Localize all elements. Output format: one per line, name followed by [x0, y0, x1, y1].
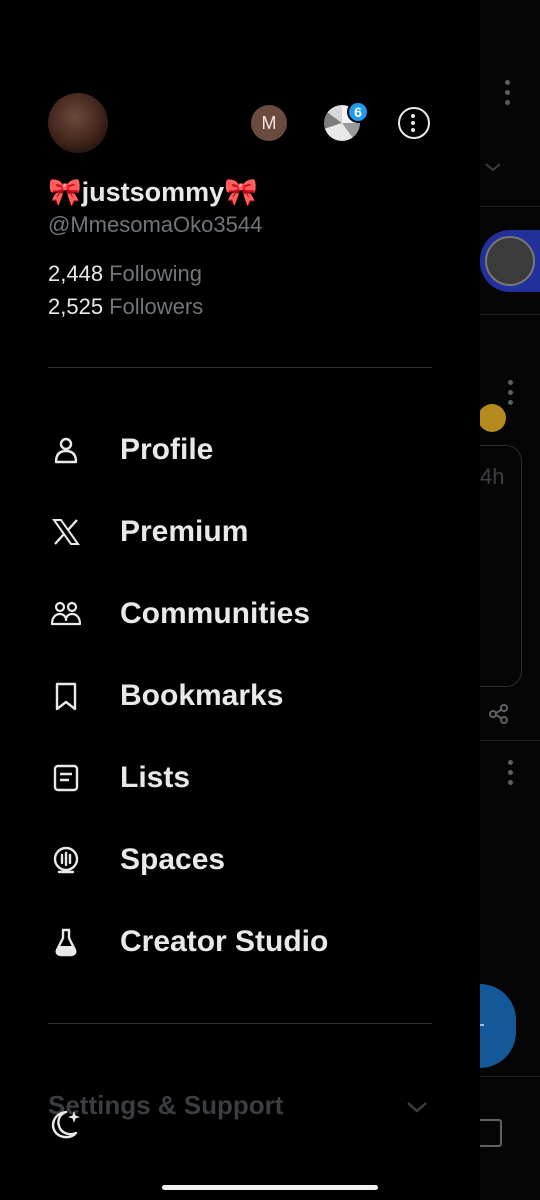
settings-and-support-toggle[interactable]: Settings & Support	[48, 1086, 432, 1126]
menu-item-label: Spaces	[120, 843, 226, 876]
following-stat[interactable]: 2,448 Following	[48, 261, 202, 287]
feed-divider	[480, 1076, 540, 1077]
feed-timestamp: 4h	[480, 464, 505, 489]
chevron-down-icon	[407, 1102, 427, 1113]
communities-icon	[48, 596, 84, 632]
menu-item-label: Bookmarks	[120, 679, 284, 712]
more-vertical-icon	[508, 760, 514, 790]
navigation-drawer: M 6 🎀justsommy🎀 @MmesomaOko3544 2,448 Fol…	[0, 0, 480, 1200]
feed-divider	[480, 740, 540, 741]
feed-avatar	[480, 230, 540, 292]
menu-item-bookmarks[interactable]: Bookmarks	[48, 666, 432, 726]
menu-item-label: Lists	[120, 761, 191, 794]
menu-item-profile[interactable]: Profile	[48, 420, 432, 480]
bookmark-icon	[48, 678, 84, 714]
spaces-icon	[48, 842, 84, 878]
feed-divider	[480, 206, 540, 207]
menu-item-label: Profile	[120, 433, 214, 466]
menu-item-label: Creator Studio	[120, 925, 329, 958]
menu-item-label: Premium	[120, 515, 249, 548]
menu-item-label: Communities	[120, 597, 311, 630]
messages-icon	[480, 1119, 502, 1147]
followers-label: Followers	[109, 294, 204, 319]
switch-account-avatar[interactable]: M	[251, 105, 287, 141]
following-label: Following	[109, 261, 202, 286]
feed-divider	[480, 314, 540, 315]
following-count: 2,448	[48, 261, 104, 286]
menu-item-spaces[interactable]: Spaces	[48, 830, 432, 890]
display-name: 🎀justsommy🎀	[48, 177, 258, 207]
flask-icon	[48, 924, 84, 960]
share-icon	[489, 704, 508, 724]
x-logo-icon	[48, 514, 84, 550]
list-icon	[48, 760, 84, 796]
followers-count: 2,525	[48, 294, 104, 319]
divider	[48, 367, 432, 368]
more-vertical-icon	[505, 80, 511, 110]
notification-badge-count: 6	[354, 104, 362, 120]
divider	[48, 1023, 432, 1024]
menu-item-communities[interactable]: Communities	[48, 584, 432, 644]
menu-item-lists[interactable]: Lists	[48, 748, 432, 808]
menu-item-premium[interactable]: Premium	[48, 502, 432, 562]
notification-badge: 6	[347, 101, 369, 123]
chevron-down-icon	[485, 163, 501, 172]
compose-plus-icon	[480, 1024, 484, 1026]
username-handle: @MmesomaOko3544	[48, 212, 263, 237]
background-feed: 4h	[480, 0, 540, 1200]
moon-icon[interactable]	[48, 1106, 84, 1142]
person-icon	[48, 432, 84, 468]
followers-stat[interactable]: 2,525 Followers	[48, 294, 203, 320]
home-indicator[interactable]	[162, 1185, 378, 1190]
account-initial: M	[261, 112, 277, 133]
emoji-icon	[480, 404, 506, 432]
more-options-icon[interactable]	[398, 107, 430, 139]
menu-item-creator-studio[interactable]: Creator Studio	[48, 912, 432, 972]
profile-avatar[interactable]	[48, 93, 108, 153]
more-vertical-icon	[508, 380, 514, 410]
compose-button	[480, 984, 516, 1068]
